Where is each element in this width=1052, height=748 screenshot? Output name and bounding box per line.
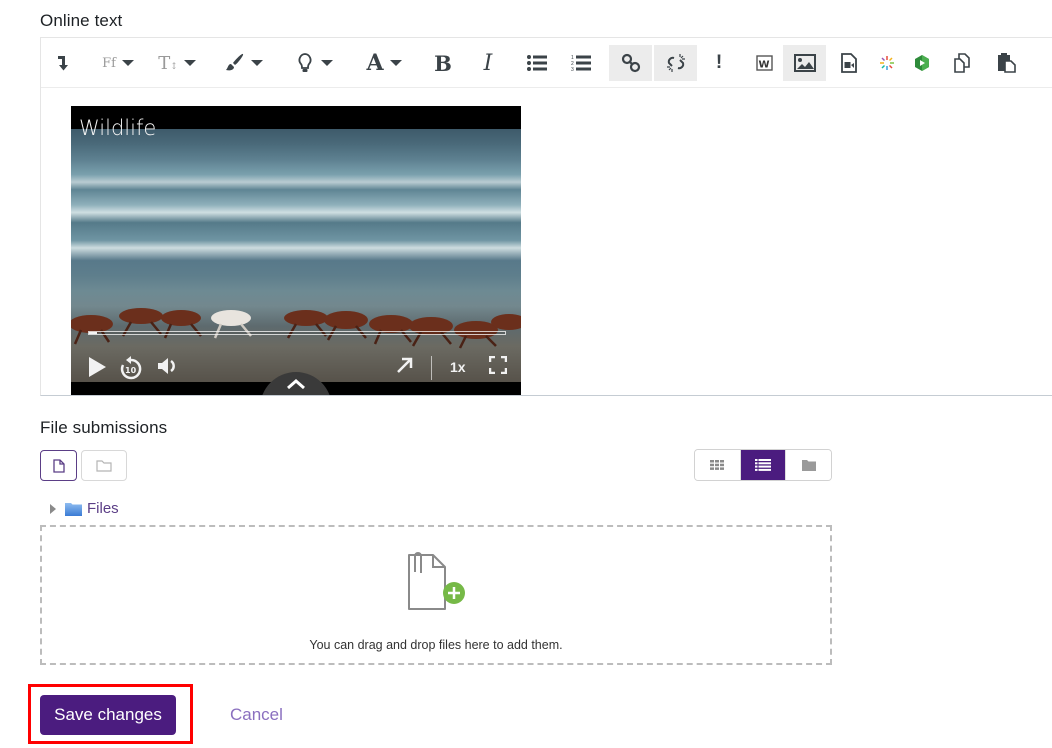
word-import-icon: W — [756, 55, 773, 71]
svg-text:W: W — [759, 60, 770, 71]
collapse-toolbar-button[interactable] — [51, 45, 75, 81]
play-button[interactable] — [87, 356, 107, 378]
dropzone-instructions: You can drag and drop files here to add … — [309, 638, 563, 652]
unlink-button[interactable] — [654, 45, 697, 81]
text-style-button[interactable]: A — [361, 45, 407, 81]
font-family-button[interactable]: Ff — [97, 45, 139, 81]
unlink-icon — [666, 54, 685, 72]
font-size-icon: T↕ — [158, 52, 178, 74]
sparkle-plugin-button[interactable] — [877, 45, 897, 81]
files-folder-label[interactable]: Files — [87, 500, 119, 517]
lightbulb-icon — [298, 53, 311, 72]
sparkle-plugin-icon — [880, 56, 894, 70]
text-style-A-icon: A — [366, 50, 384, 76]
accessibility-checker-button[interactable]: ! — [709, 45, 729, 81]
files-tree-node[interactable]: Files — [50, 500, 119, 517]
view-tree-button[interactable] — [785, 450, 831, 480]
playback-speed-button[interactable]: 1x — [450, 359, 466, 375]
fullscreen-icon — [489, 356, 507, 374]
font-family-icon: Ff — [102, 55, 116, 71]
video-title: Wildlife — [79, 116, 157, 140]
create-folder-button[interactable] — [81, 450, 127, 481]
editor-content[interactable]: Wildlife 10 1x — [41, 89, 1052, 395]
svg-text:10: 10 — [125, 366, 137, 375]
folder-tree-icon — [801, 459, 816, 471]
controls-divider — [431, 356, 432, 380]
popout-button[interactable] — [396, 356, 414, 374]
cancel-link[interactable]: Cancel — [230, 705, 283, 725]
font-size-button[interactable]: T↕ — [156, 45, 198, 81]
unordered-list-icon — [527, 55, 547, 71]
paste-icon — [998, 53, 1016, 73]
list-icon — [755, 459, 771, 471]
bold-button[interactable]: B — [429, 45, 457, 81]
brush-icon — [226, 53, 244, 71]
italic-button[interactable]: I — [474, 45, 502, 81]
insert-media-icon — [841, 53, 857, 73]
bold-icon: B — [434, 50, 452, 76]
save-changes-button[interactable]: Save changes — [40, 695, 176, 735]
fullscreen-button[interactable] — [489, 356, 507, 374]
copy-icon — [954, 53, 970, 73]
svg-text:3: 3 — [571, 67, 574, 72]
play-icon — [89, 357, 106, 377]
file-dropzone[interactable]: You can drag and drop files here to add … — [40, 525, 832, 665]
link-icon — [621, 53, 640, 73]
ordered-list-button[interactable]: 123 — [566, 45, 596, 81]
file-submissions-label: File submissions — [40, 418, 168, 437]
unordered-list-button[interactable] — [522, 45, 552, 81]
view-icons-button[interactable] — [695, 450, 740, 480]
word-import-button[interactable]: W — [751, 45, 779, 81]
online-text-editor[interactable]: Ff T↕ A B I 123 ! W Wildlife 10 1x — [40, 37, 1052, 396]
green-play-plugin-button[interactable] — [911, 45, 933, 81]
highlight-button[interactable] — [291, 45, 339, 81]
ordered-list-icon: 123 — [571, 55, 591, 72]
rewind-10-icon: 10 — [120, 356, 142, 380]
editor-toolbar: Ff T↕ A B I 123 ! W — [41, 38, 1052, 88]
volume-button[interactable] — [157, 356, 179, 376]
copy-button[interactable] — [951, 45, 975, 81]
blue-folder-icon — [65, 502, 82, 516]
insert-image-icon — [793, 54, 816, 72]
video-progress-fill — [89, 332, 98, 334]
file-upload-add-icon — [408, 552, 465, 610]
chevron-up-icon — [287, 379, 305, 390]
video-progress-bar[interactable] — [88, 331, 506, 335]
view-list-button[interactable] — [739, 450, 786, 480]
video-player[interactable]: Wildlife 10 1x — [71, 106, 521, 395]
insert-media-button[interactable] — [837, 45, 861, 81]
insert-image-button[interactable] — [783, 45, 826, 81]
exclamation-icon: ! — [715, 52, 723, 73]
volume-icon — [158, 358, 175, 374]
folder-icon — [96, 459, 112, 472]
rewind-10-button[interactable]: 10 — [119, 356, 143, 380]
paste-button[interactable] — [995, 45, 1019, 81]
expand-triangle-icon[interactable] — [50, 503, 56, 514]
grid-icon — [710, 460, 725, 470]
link-button[interactable] — [609, 45, 652, 81]
online-text-label: Online text — [40, 11, 123, 30]
horses-image — [71, 308, 521, 349]
green-play-plugin-icon — [915, 55, 929, 71]
video-frame — [71, 129, 521, 382]
italic-icon: I — [483, 50, 493, 76]
popout-arrow-icon — [397, 357, 413, 373]
view-mode-toggle — [694, 449, 832, 481]
add-file-button[interactable] — [40, 450, 77, 481]
font-color-button[interactable] — [221, 45, 267, 81]
file-icon — [52, 458, 65, 473]
collapse-icon — [58, 56, 68, 71]
